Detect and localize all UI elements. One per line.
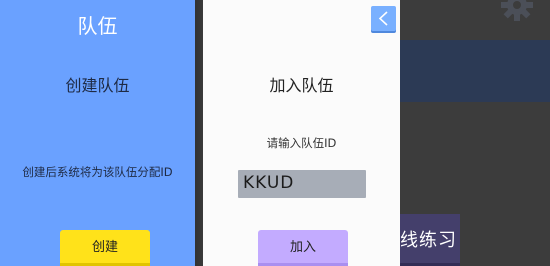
create-team-heading: 创建队伍 [65,76,130,95]
team-id-input[interactable]: KKUD [238,170,366,198]
panel-title: 队伍 [77,14,118,38]
create-team-panel: 队伍 创建队伍 创建后系统将为该队伍分配ID 创建 [0,0,195,266]
team-id-value: KKUD [243,173,295,193]
join-button-label: 加入 [289,240,316,255]
gear-icon[interactable] [500,0,534,22]
chevron-left-icon [378,11,388,26]
team-id-prompt: 请输入队伍ID [266,136,337,150]
create-team-description: 创建后系统将为该队伍分配ID [22,165,173,179]
back-button[interactable] [371,6,396,31]
join-button[interactable]: 加入 [258,230,348,266]
create-button[interactable]: 创建 [60,230,150,266]
create-button-label: 创建 [91,240,118,255]
practice-button-label: 线练习 [400,230,457,251]
join-team-panel: 加入队伍 请输入队伍ID KKUD 加入 [203,0,400,266]
practice-button[interactable]: 线练习 [392,214,460,266]
join-team-heading: 加入队伍 [269,76,334,95]
